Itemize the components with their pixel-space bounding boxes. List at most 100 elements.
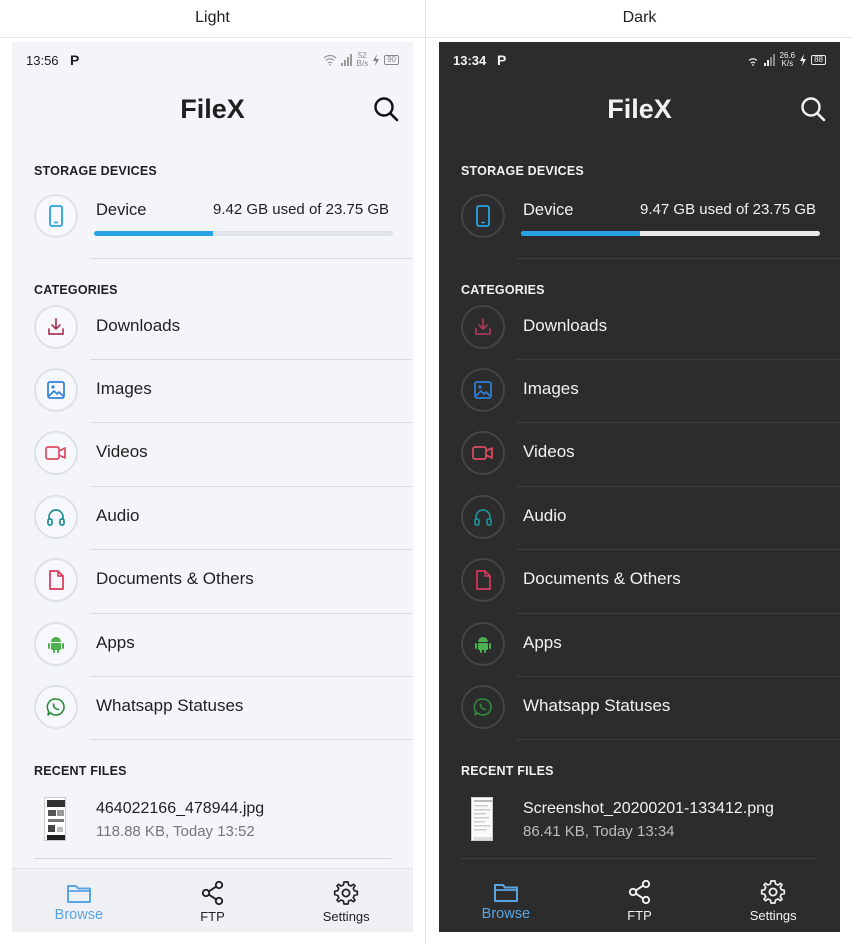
search-icon[interactable] [373,96,399,122]
category-label: Audio [523,506,567,525]
device-storage-item[interactable]: Device 9.47 GB used of 23.75 GB [439,194,840,264]
storage-progress-bar [521,231,820,236]
status-bar: 13:56 P 52 B/s 90 [12,42,413,78]
wifi-icon [323,54,336,66]
status-time: 13:34 [453,53,487,68]
nav-ftp[interactable]: FTP [146,869,280,932]
app-title: FileX [607,94,672,124]
category-images[interactable]: Images [12,359,413,422]
category-whatsapp-statuses[interactable]: Whatsapp Statuses [12,676,413,739]
divider [461,858,818,859]
nav-settings[interactable]: Settings [706,868,840,932]
category-audio[interactable]: Audio [12,486,413,549]
category-label: Documents & Others [523,569,681,588]
network-speed: 26.6 K/s [779,51,796,68]
device-name: Device [96,201,147,219]
share-icon [628,879,650,905]
download-icon [461,305,505,349]
nav-label: Settings [749,908,797,923]
image-icon [34,368,78,412]
device-usage: 9.47 GB used of 23.75 GB [640,201,816,218]
storage-devices-heading: STORAGE DEVICES [34,164,157,178]
category-apps[interactable]: Apps [439,613,840,676]
battery-level: 88 [811,55,826,65]
storage-progress-fill [94,231,213,236]
bottom-navigation: Browse FTP Settings [12,868,413,932]
status-bar: 13:34 P 26.6 K/s 88 [439,42,840,78]
phone-icon [461,194,505,238]
device-storage-item[interactable]: Device 9.42 GB used of 23.75 GB [12,194,413,264]
nav-label: Settings [322,909,370,924]
document-icon [34,558,78,602]
storage-devices-heading: STORAGE DEVICES [461,164,584,178]
divider [517,739,840,740]
signal-icon [340,54,352,66]
nav-label: FTP [200,909,225,924]
category-label: Audio [96,506,140,525]
divider [517,258,840,259]
charging-icon [800,54,807,66]
share-icon [201,880,223,906]
column-divider [425,0,426,944]
status-time: 13:56 [26,53,59,68]
category-label: Apps [523,633,562,652]
signal-icon [763,54,775,66]
carrier-p-icon: P [497,52,507,68]
category-audio[interactable]: Audio [439,486,840,549]
categories-heading: CATEGORIES [461,283,545,297]
android-icon [34,622,78,666]
nav-label: Browse [481,906,531,922]
category-videos[interactable]: Videos [12,422,413,485]
categories-heading: CATEGORIES [34,283,118,297]
category-downloads[interactable]: Downloads [12,296,413,359]
battery-level: 90 [384,55,399,65]
phone-icon [34,194,78,238]
recent-files-heading: RECENT FILES [34,764,127,778]
nav-ftp[interactable]: FTP [573,868,707,932]
storage-progress-fill [521,231,641,236]
image-icon [461,368,505,412]
nav-browse[interactable]: Browse [12,869,146,932]
headphones-icon [461,495,505,539]
category-label: Whatsapp Statuses [523,696,671,715]
dark-theme-screen: 13:34 P 26.6 K/s 88 FileX STORAGE DEVICES… [439,42,840,932]
category-apps[interactable]: Apps [12,613,413,676]
nav-label: Browse [54,907,104,923]
category-label: Videos [96,442,148,461]
video-icon [34,431,78,475]
file-meta: 86.41 KB, Today 13:34 [523,823,675,840]
device-usage: 9.42 GB used of 23.75 GB [213,201,389,218]
storage-progress-bar [94,231,393,236]
network-speed: 52 B/s [356,51,369,68]
download-icon [34,305,78,349]
dark-column-header: Dark [622,9,657,26]
whatsapp-icon [34,685,78,729]
recent-file-item[interactable]: Screenshot_20200201-133412.png 86.41 KB,… [439,794,840,854]
category-documents[interactable]: Documents & Others [12,549,413,612]
file-name: 464022166_478944.jpg [96,800,265,817]
search-icon[interactable] [800,96,826,122]
category-label: Apps [96,633,135,652]
whatsapp-icon [461,685,505,729]
recent-files-heading: RECENT FILES [461,764,554,778]
category-label: Downloads [96,316,181,335]
category-downloads[interactable]: Downloads [439,296,840,359]
category-images[interactable]: Images [439,359,840,422]
category-documents[interactable]: Documents & Others [439,549,840,612]
category-label: Videos [523,442,575,461]
file-meta: 118.88 KB, Today 13:52 [96,823,255,840]
category-label: Images [523,379,579,398]
nav-browse[interactable]: Browse [439,868,573,932]
file-name: Screenshot_20200201-133412.png [523,800,774,817]
category-videos[interactable]: Videos [439,422,840,485]
bottom-navigation: Browse FTP Settings [439,868,840,932]
file-thumbnail [471,797,493,841]
category-label: Images [96,379,152,398]
category-whatsapp-statuses[interactable]: Whatsapp Statuses [439,676,840,739]
recent-file-item[interactable]: 464022166_478944.jpg 118.88 KB, Today 13… [12,794,413,854]
folder-icon [66,885,91,903]
charging-icon [373,54,380,66]
nav-settings[interactable]: Settings [279,869,413,932]
document-icon [461,558,505,602]
divider [34,858,391,859]
